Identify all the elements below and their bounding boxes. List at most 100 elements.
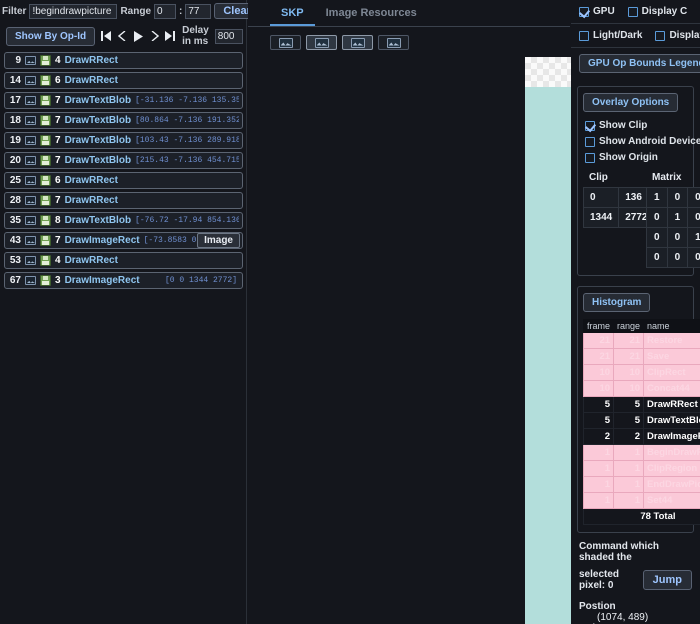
overlay-check-list: Show Clip Show Android Device Clip Res Sho…	[583, 120, 688, 163]
step-forward-icon[interactable]	[150, 31, 159, 41]
op-list[interactable]: 94DrawRRect 146DrawRRect 177DrawTextBlob[-…	[0, 52, 247, 624]
histogram-row[interactable]: 1010Concat44	[584, 381, 700, 397]
jump-button[interactable]: Jump	[643, 570, 692, 590]
checkbox-checked-icon[interactable]	[585, 121, 595, 131]
op-count: 7	[55, 135, 61, 146]
histogram-name: Save	[644, 349, 700, 365]
range-from-input[interactable]	[154, 4, 176, 19]
checkbox-empty-icon[interactable]	[579, 31, 589, 41]
checkbox-empty-icon[interactable]	[585, 153, 595, 163]
histogram-total: 78 Total	[584, 509, 700, 525]
save-icon[interactable]	[40, 135, 51, 146]
op-row[interactable]: 358DrawTextBlob[-76.72 -17.94 854.136 16…	[4, 212, 243, 229]
image-icon[interactable]	[25, 56, 36, 65]
thumbnail-4-button[interactable]	[378, 35, 409, 50]
op-row[interactable]: 177DrawTextBlob[-31.136 -7.136 135.352 6…	[4, 92, 243, 109]
save-icon[interactable]	[40, 275, 51, 286]
image-icon[interactable]	[25, 156, 36, 165]
thumbnail-1-button[interactable]	[270, 35, 301, 50]
op-row[interactable]: 673DrawImageRect[0 0 1344 2772]	[4, 272, 243, 289]
save-icon[interactable]	[40, 75, 51, 86]
histogram-table[interactable]: framerangename2121Restore2121Save1010Cli…	[583, 319, 700, 525]
matrix-cell: 0	[647, 248, 668, 268]
save-icon[interactable]	[40, 115, 51, 126]
image-icon[interactable]	[25, 236, 36, 245]
image-icon[interactable]	[25, 176, 36, 185]
image-icon[interactable]	[25, 256, 36, 265]
checkbox-checked-icon[interactable]	[579, 7, 589, 17]
checkbox-light-dark[interactable]: Light/Dark	[579, 30, 642, 41]
thumbnail-3-button[interactable]	[342, 35, 373, 50]
tab-image-resources[interactable]: Image Resources	[315, 3, 428, 26]
op-image-button[interactable]: Image	[197, 233, 240, 248]
checkbox-empty-icon[interactable]	[585, 137, 595, 147]
op-row[interactable]: 287DrawRRect	[4, 192, 243, 209]
image-icon[interactable]	[25, 76, 36, 85]
overlay-options-button[interactable]: Overlay Options	[583, 93, 678, 112]
checkbox-display-c[interactable]: Display C	[655, 30, 700, 41]
save-icon[interactable]	[40, 175, 51, 186]
op-row[interactable]: 146DrawRRect	[4, 72, 243, 89]
op-row[interactable]: 437DrawImageRect[-73.8583 0 1417.8Image	[4, 232, 243, 249]
histogram-header: frame	[584, 320, 614, 333]
thumbnail-2-button[interactable]	[306, 35, 337, 50]
checkbox-show-android-device-clip-res[interactable]: Show Android Device Clip Res	[585, 136, 688, 147]
save-icon[interactable]	[40, 255, 51, 266]
matrix-cell: 0	[688, 248, 700, 268]
image-icon[interactable]	[25, 196, 36, 205]
histogram-row[interactable]: 2121Restore	[584, 333, 700, 349]
image-icon[interactable]	[25, 276, 36, 285]
checkbox-display-c[interactable]: Display C	[628, 6, 688, 17]
op-row[interactable]: 94DrawRRect	[4, 52, 243, 69]
play-icon[interactable]	[133, 31, 144, 42]
save-icon[interactable]	[40, 215, 51, 226]
tab-skp[interactable]: SKP	[270, 3, 315, 26]
histogram-row[interactable]: 2121Save	[584, 349, 700, 365]
checkbox-label: Light/Dark	[593, 30, 642, 41]
histogram-row[interactable]: 22DrawImageRect	[584, 429, 700, 445]
checkbox-empty-icon[interactable]	[628, 7, 638, 17]
op-row[interactable]: 207DrawTextBlob[215.43 -7.136 454.715 67…	[4, 152, 243, 169]
save-icon[interactable]	[40, 155, 51, 166]
checkbox-empty-icon[interactable]	[655, 31, 665, 41]
skip-end-icon[interactable]	[165, 31, 176, 41]
op-name: DrawTextBlob	[65, 215, 132, 226]
save-icon[interactable]	[40, 195, 51, 206]
filter-toolbar: Filter Range : Clear	[0, 0, 246, 21]
range-to-input[interactable]	[185, 4, 211, 19]
histogram-row[interactable]: 11Set44	[584, 493, 700, 509]
histogram-frame: 1	[584, 477, 614, 493]
op-row[interactable]: 256DrawRRect	[4, 172, 243, 189]
image-icon[interactable]	[25, 136, 36, 145]
op-row[interactable]: 534DrawRRect	[4, 252, 243, 269]
histogram-row[interactable]: 11BeginDrawPicture	[584, 445, 700, 461]
delay-input[interactable]	[215, 29, 243, 44]
clip-row: 13442772	[584, 208, 655, 228]
matrix-cell: 0	[688, 188, 700, 208]
position-label: Postion	[579, 601, 692, 612]
image-icon[interactable]	[25, 116, 36, 125]
image-icon[interactable]	[25, 96, 36, 105]
save-icon[interactable]	[40, 55, 51, 66]
save-icon[interactable]	[40, 235, 51, 246]
checkbox-show-clip[interactable]: Show Clip	[585, 120, 688, 131]
histogram-row[interactable]: 55DrawTextBlob	[584, 413, 700, 429]
show-by-op-id-button[interactable]: Show By Op-Id	[6, 27, 95, 46]
image-icon[interactable]	[25, 216, 36, 225]
gpu-op-bounds-legend-button[interactable]: GPU Op Bounds Legend	[579, 54, 700, 73]
op-row[interactable]: 187DrawTextBlob[80.864 -7.136 191.352 67…	[4, 112, 243, 129]
checkbox-show-origin[interactable]: Show Origin	[585, 152, 688, 163]
filter-label: Filter	[2, 6, 26, 17]
skip-start-icon[interactable]	[101, 31, 112, 41]
histogram-row[interactable]: 11ClipRegion	[584, 461, 700, 477]
filter-input[interactable]	[29, 4, 117, 19]
histogram-row[interactable]: 11EndDrawPicture	[584, 477, 700, 493]
histogram-row[interactable]: 55DrawRRect	[584, 397, 700, 413]
histogram-button[interactable]: Histogram	[583, 293, 650, 312]
checkbox-gpu[interactable]: GPU	[579, 6, 615, 17]
save-icon[interactable]	[40, 95, 51, 106]
step-back-icon[interactable]	[118, 31, 127, 41]
op-row[interactable]: 197DrawTextBlob[103.43 -7.136 289.918 67…	[4, 132, 243, 149]
histogram-row[interactable]: 1010ClipRect	[584, 365, 700, 381]
op-count: 7	[55, 155, 61, 166]
